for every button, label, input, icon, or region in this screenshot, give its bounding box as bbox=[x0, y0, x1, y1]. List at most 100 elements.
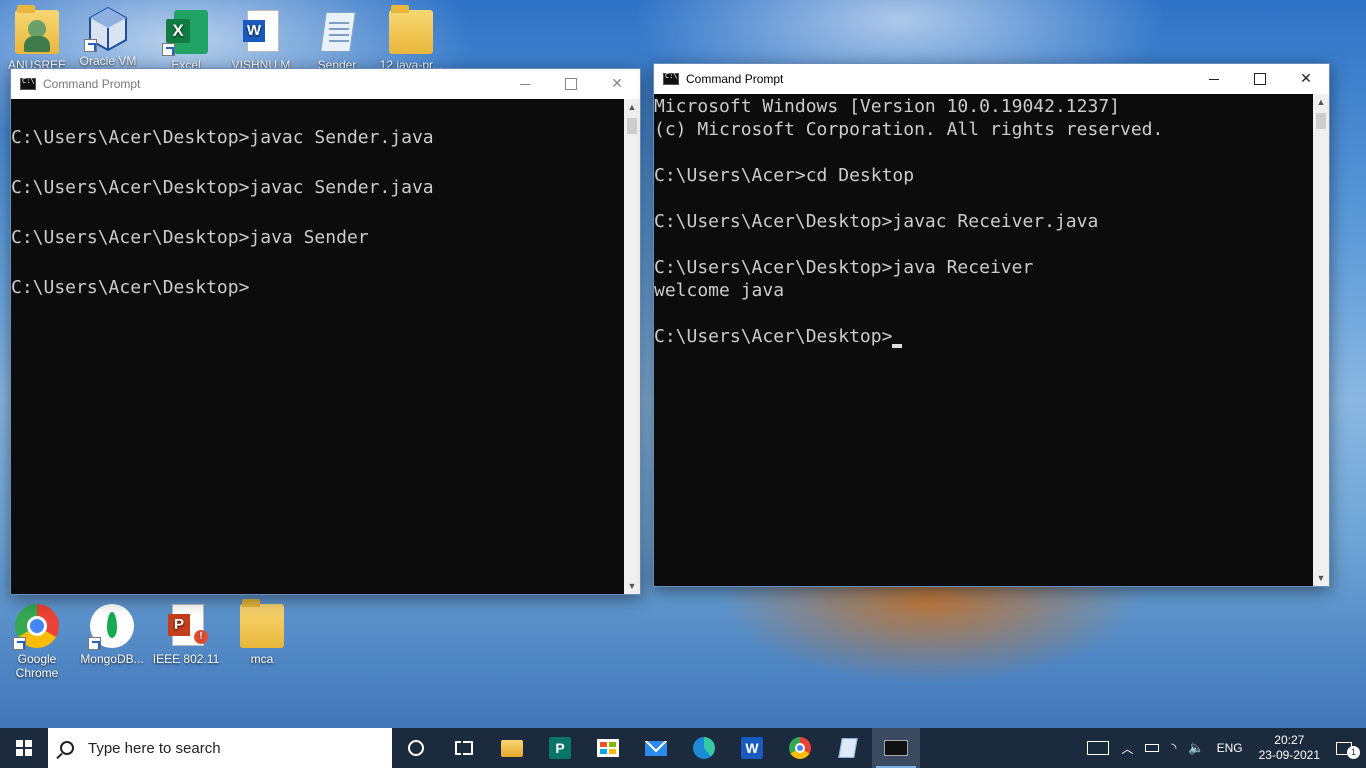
scroll-down-icon[interactable]: ▼ bbox=[624, 578, 640, 594]
windows-logo-icon bbox=[16, 740, 32, 756]
show-hidden-icons-button[interactable]: ︿ bbox=[1115, 728, 1139, 768]
window-titlebar[interactable]: Command Prompt ✕ bbox=[11, 69, 640, 99]
notepad-file-icon bbox=[315, 10, 359, 54]
action-center-button[interactable]: 1 bbox=[1330, 728, 1366, 768]
console-line: welcome java bbox=[654, 280, 785, 301]
news-widget-button[interactable] bbox=[1081, 728, 1115, 768]
console-line: Microsoft Windows [Version 10.0.19042.12… bbox=[654, 96, 1120, 117]
volume-button[interactable]: 🔈 bbox=[1182, 728, 1210, 768]
word-button[interactable]: W bbox=[728, 728, 776, 768]
desktop-icon-vishnu[interactable]: W VISHNU M bbox=[226, 10, 296, 72]
command-prompt-taskbar-button[interactable] bbox=[872, 728, 920, 768]
desktop-icon-anusree[interactable]: ANUSREE bbox=[2, 5, 72, 72]
chrome-button[interactable] bbox=[776, 728, 824, 768]
battery-button[interactable] bbox=[1139, 728, 1165, 768]
desktop-icon-mca[interactable]: mca bbox=[227, 599, 297, 666]
console-line: C:\Users\Acer\Desktop> bbox=[654, 325, 1313, 348]
minimize-button[interactable] bbox=[502, 69, 548, 99]
edge-icon bbox=[693, 737, 715, 759]
file-explorer-button[interactable] bbox=[488, 728, 536, 768]
scrollbar-thumb[interactable] bbox=[627, 118, 637, 134]
mail-button[interactable] bbox=[632, 728, 680, 768]
search-icon bbox=[60, 741, 74, 755]
vertical-scrollbar[interactable]: ▲ ▼ bbox=[1313, 94, 1329, 586]
scroll-up-icon[interactable]: ▲ bbox=[624, 99, 640, 115]
folder-icon bbox=[240, 599, 284, 648]
desktop-icon-excel[interactable]: X Excel bbox=[151, 10, 221, 72]
taskbar-search-box[interactable] bbox=[48, 728, 392, 768]
powerpoint-file-icon: P ! bbox=[164, 604, 208, 648]
desktop-icon-label: Oracle VM bbox=[79, 54, 137, 68]
user-folder-icon bbox=[15, 5, 59, 54]
console-line: C:\Users\Acer\Desktop>javac Sender.java bbox=[11, 127, 434, 148]
store-button[interactable] bbox=[584, 728, 632, 768]
news-icon bbox=[1087, 741, 1110, 755]
chevron-up-icon: ︿ bbox=[1121, 741, 1134, 756]
task-view-button[interactable] bbox=[440, 728, 488, 768]
network-button[interactable]: ◝ bbox=[1165, 728, 1182, 768]
desktop-icon-mongodb[interactable]: MongoDB... bbox=[77, 604, 147, 666]
maximize-button[interactable] bbox=[548, 69, 594, 99]
notepad-button[interactable] bbox=[824, 728, 872, 768]
mongodb-icon bbox=[88, 604, 134, 650]
notification-badge: 1 bbox=[1347, 746, 1360, 759]
language-indicator[interactable]: ENG bbox=[1211, 728, 1249, 768]
scroll-down-icon[interactable]: ▼ bbox=[1313, 570, 1329, 586]
cortana-button[interactable] bbox=[392, 728, 440, 768]
vertical-scrollbar[interactable]: ▲ ▼ bbox=[624, 99, 640, 594]
system-tray: ︿ ◝ 🔈 ENG 20:27 23-09-2021 1 bbox=[1081, 728, 1366, 768]
close-button[interactable]: ✕ bbox=[1283, 64, 1329, 94]
window-titlebar[interactable]: Command Prompt ✕ bbox=[654, 64, 1329, 94]
desktop-icon-ieee[interactable]: P ! IEEE 802.11 bbox=[151, 604, 221, 666]
scroll-up-icon[interactable]: ▲ bbox=[1313, 94, 1329, 110]
store-bag-icon bbox=[597, 739, 619, 757]
cmd-icon bbox=[663, 72, 679, 85]
virtualbox-icon bbox=[84, 6, 130, 52]
console-line: C:\Users\Acer>cd Desktop bbox=[654, 165, 915, 186]
cmd-icon bbox=[20, 77, 36, 90]
publisher-button[interactable]: P bbox=[536, 728, 584, 768]
desktop-icon-oracle-vm[interactable]: Oracle VM bbox=[73, 6, 143, 68]
command-prompt-window-right[interactable]: Command Prompt ✕ Microsoft Windows [Vers… bbox=[653, 63, 1330, 587]
clock-date: 23-09-2021 bbox=[1258, 748, 1320, 762]
speaker-icon: 🔈 bbox=[1188, 740, 1205, 755]
console-line: C:\Users\Acer\Desktop>javac Receiver.jav… bbox=[654, 211, 1099, 232]
command-prompt-window-left[interactable]: Command Prompt ✕ C:\Users\Acer\Desktop>j… bbox=[10, 68, 641, 595]
clock-time: 20:27 bbox=[1274, 733, 1305, 747]
language-label: ENG bbox=[1216, 741, 1243, 755]
console-output[interactable]: Microsoft Windows [Version 10.0.19042.12… bbox=[654, 94, 1313, 586]
search-input[interactable] bbox=[88, 739, 368, 757]
console-output[interactable]: C:\Users\Acer\Desktop>javac Sender.java C… bbox=[11, 99, 624, 594]
window-title: Command Prompt bbox=[686, 72, 784, 86]
edge-button[interactable] bbox=[680, 728, 728, 768]
desktop-icon-java-programs[interactable]: 12 java-pr... bbox=[376, 5, 446, 72]
console-line: C:\Users\Acer\Desktop>java Sender bbox=[11, 227, 369, 248]
desktop-icon-label: IEEE 802.11 bbox=[152, 652, 220, 666]
minimize-button[interactable] bbox=[1191, 64, 1237, 94]
cmd-icon bbox=[884, 740, 908, 756]
desktop-icon-google-chrome[interactable]: Google Chrome bbox=[2, 604, 72, 680]
task-view-icon bbox=[455, 737, 473, 759]
window-title: Command Prompt bbox=[43, 77, 141, 91]
cortana-circle-icon bbox=[408, 740, 424, 756]
close-button[interactable]: ✕ bbox=[594, 69, 640, 99]
console-line: (c) Microsoft Corporation. All rights re… bbox=[654, 119, 1164, 140]
console-line: C:\Users\Acer\Desktop>java Receiver bbox=[654, 257, 1034, 278]
excel-icon: X bbox=[162, 10, 208, 56]
notepad-icon bbox=[838, 738, 858, 758]
maximize-button[interactable] bbox=[1237, 64, 1283, 94]
word-icon: W bbox=[741, 737, 763, 759]
console-line: C:\Users\Acer\Desktop> bbox=[11, 277, 250, 298]
clock[interactable]: 20:27 23-09-2021 bbox=[1249, 733, 1330, 763]
folder-icon bbox=[501, 739, 523, 757]
start-button[interactable] bbox=[0, 728, 48, 768]
desktop-icon-sender[interactable]: Sender bbox=[302, 10, 372, 72]
text-cursor bbox=[892, 344, 903, 348]
taskbar: P W ︿ ◝ 🔈 ENG 20:27 23-09-2021 1 bbox=[0, 728, 1366, 768]
mail-icon bbox=[645, 740, 667, 756]
scrollbar-thumb[interactable] bbox=[1316, 113, 1326, 129]
